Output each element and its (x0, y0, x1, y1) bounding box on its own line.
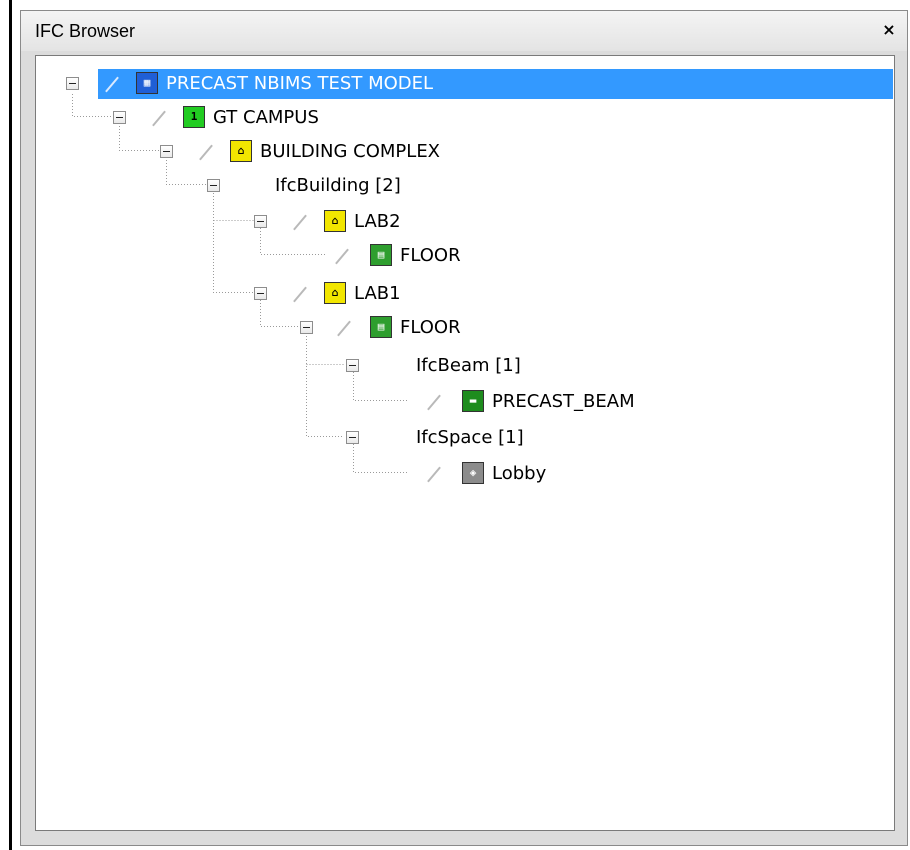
tree-row-lab2[interactable]: ⌂ LAB2 (36, 206, 894, 238)
collapse-toggle[interactable] (300, 321, 313, 334)
close-icon[interactable]: × (879, 19, 899, 41)
visibility-toggle-icon[interactable] (292, 286, 308, 302)
tree-view[interactable]: ▦ PRECAST NBIMS TEST MODEL 1 GT CAMPUS ⌂… (35, 55, 895, 831)
building-icon: ⌂ (324, 282, 346, 304)
tree-row-group-ifcbeam[interactable]: IfcBeam [1] (36, 350, 894, 382)
project-icon: ▦ (136, 72, 158, 94)
tree-item-label: PRECAST NBIMS TEST MODEL (166, 73, 434, 94)
collapse-toggle[interactable] (160, 145, 173, 158)
tree-item-label: Lobby (492, 463, 547, 484)
site-icon: 1 (183, 106, 205, 128)
space-icon: ◈ (462, 462, 484, 484)
tree-row-project[interactable]: ▦ PRECAST NBIMS TEST MODEL (36, 68, 894, 100)
tree-item-label: LAB2 (354, 211, 401, 232)
collapse-toggle[interactable] (346, 431, 359, 444)
visibility-toggle-icon[interactable] (426, 394, 442, 410)
beam-icon: ▬ (462, 390, 484, 412)
visibility-toggle-icon[interactable] (292, 214, 308, 230)
window-bottom-edge (21, 831, 907, 845)
ifc-browser-window: IFC Browser × ▦ PRECAST NBIMS TEST MODEL… (20, 10, 908, 846)
tree-item-label: PRECAST_BEAM (492, 391, 635, 412)
tree-item-label: IfcBeam [1] (416, 355, 521, 376)
building-icon: ⌂ (230, 140, 252, 162)
tree-row-precast-beam[interactable]: ▬ PRECAST_BEAM (36, 386, 894, 418)
title-bar[interactable]: IFC Browser × (21, 11, 907, 51)
visibility-toggle-icon[interactable] (426, 466, 442, 482)
tree-row-lab2-floor[interactable]: ▤ FLOOR (36, 240, 894, 272)
tree-row-group-ifcbuilding[interactable]: IfcBuilding [2] (36, 170, 894, 202)
visibility-toggle-icon[interactable] (198, 144, 214, 160)
tree-item-label: FLOOR (400, 245, 461, 266)
tree-row-lab1[interactable]: ⌂ LAB1 (36, 278, 894, 310)
visibility-toggle-icon[interactable] (334, 248, 350, 264)
tree-item-label: IfcSpace [1] (416, 427, 524, 448)
left-border (9, 0, 12, 850)
collapse-toggle[interactable] (113, 111, 126, 124)
tree-row-lab1-floor[interactable]: ▤ FLOOR (36, 312, 894, 344)
storey-icon: ▤ (370, 244, 392, 266)
tree-item-label: IfcBuilding [2] (275, 175, 401, 196)
collapse-toggle[interactable] (207, 179, 220, 192)
visibility-toggle-icon[interactable] (151, 110, 167, 126)
tree-item-label: LAB1 (354, 283, 401, 304)
collapse-toggle[interactable] (66, 77, 79, 90)
tree-row-lobby[interactable]: ◈ Lobby (36, 458, 894, 490)
building-icon: ⌂ (324, 210, 346, 232)
tree-row-group-ifcspace[interactable]: IfcSpace [1] (36, 422, 894, 454)
visibility-toggle-icon[interactable] (336, 320, 352, 336)
tree-item-label: FLOOR (400, 317, 461, 338)
collapse-toggle[interactable] (254, 215, 267, 228)
window-title: IFC Browser (35, 21, 136, 41)
collapse-toggle[interactable] (346, 359, 359, 372)
tree-item-label: GT CAMPUS (213, 107, 319, 128)
tree-row-building-complex[interactable]: ⌂ BUILDING COMPLEX (36, 136, 894, 168)
collapse-toggle[interactable] (254, 287, 267, 300)
tree-item-label: BUILDING COMPLEX (260, 141, 441, 162)
storey-icon: ▤ (370, 316, 392, 338)
tree-row-site[interactable]: 1 GT CAMPUS (36, 102, 894, 134)
visibility-toggle-icon[interactable] (104, 76, 120, 92)
